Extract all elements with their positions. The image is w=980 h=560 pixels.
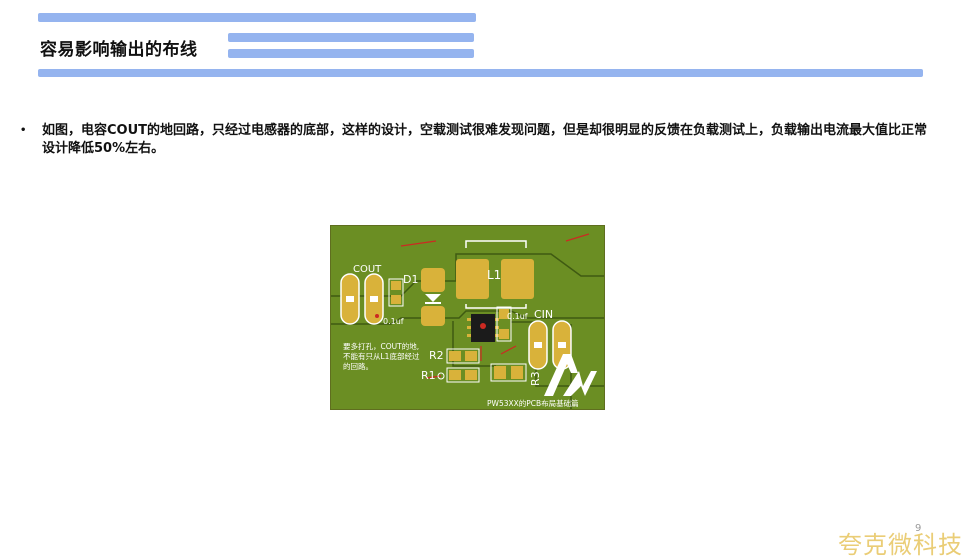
header-decor-bar-2 xyxy=(228,33,474,42)
pcb-layout-figure: COUT D1 L1 CIN R2 R1 R3 0.1uf 0.1uf 要多打孔… xyxy=(330,225,605,410)
watermark-text: 夸克微科技 xyxy=(838,531,963,559)
label-l1: L1 xyxy=(487,268,501,282)
label-cout: COUT xyxy=(353,264,382,275)
label-r2: R2 xyxy=(429,349,444,362)
bullet-text: 如图，电容COUT的地回路，只经过电感器的底部，这样的设计，空载测试很难发现问题… xyxy=(42,123,928,156)
header-decor-bar-1 xyxy=(38,13,476,22)
pcb-drawing: COUT D1 L1 CIN R2 R1 R3 0.1uf 0.1uf 要多打孔… xyxy=(331,226,604,409)
bullet-marker: • xyxy=(20,125,27,136)
note-line-1: 要多打孔，COUT的地, xyxy=(343,341,419,351)
figure-caption: PW53XX的PCB布局基础篇 xyxy=(487,398,579,408)
note-line-2: 不能有只从L1底部经过 xyxy=(343,351,420,361)
label-cap-mid: 0.1uf xyxy=(507,312,528,321)
label-d1: D1 xyxy=(403,273,418,286)
label-r3: R3 xyxy=(529,371,542,386)
label-r1: R1 xyxy=(421,369,436,382)
label-cap-left: 0.1uf xyxy=(383,317,404,326)
header-decor-bar-4 xyxy=(38,69,923,77)
slide-title: 容易影响输出的布线 xyxy=(40,40,198,60)
ic-chip xyxy=(467,314,499,342)
label-cin: CIN xyxy=(534,308,553,321)
header-decor-bar-3 xyxy=(228,49,474,58)
note-line-3: 的回路。 xyxy=(343,361,373,371)
